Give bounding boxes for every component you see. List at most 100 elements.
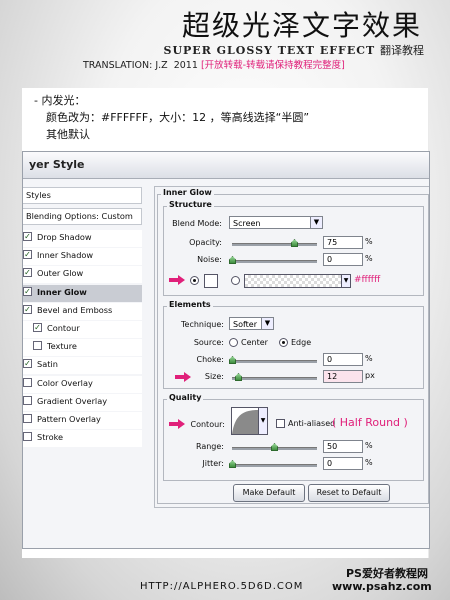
style-item-pattern-overlay[interactable]: Pattern Overlay xyxy=(23,412,142,429)
source-center-radio[interactable] xyxy=(229,338,238,347)
blend-mode-select[interactable]: Screen ▼ xyxy=(229,216,323,229)
styles-header-label: Styles xyxy=(26,190,51,200)
style-item-drop-shadow[interactable]: ✓ Drop Shadow xyxy=(23,230,142,247)
size-slider[interactable] xyxy=(232,377,317,380)
title-chinese: 超级光泽文字效果 xyxy=(181,9,422,42)
choke-input[interactable]: 0 xyxy=(323,353,363,366)
contour-label: Contour: xyxy=(190,420,226,429)
style-item-checkbox[interactable] xyxy=(33,341,42,351)
blending-options[interactable]: Blending Options: Custom xyxy=(23,208,142,225)
style-item-bevel-and-emboss[interactable]: ✓ Bevel and Emboss xyxy=(23,302,142,320)
style-item-checkbox[interactable]: ✓ xyxy=(23,359,32,369)
style-item-label: Satin xyxy=(37,359,58,370)
style-item-checkbox[interactable]: ✓ xyxy=(33,323,42,332)
style-item-checkbox[interactable] xyxy=(23,432,32,442)
noise-percent: % xyxy=(365,254,373,263)
jitter-label: Jitter: xyxy=(202,459,224,468)
anti-aliased-checkbox[interactable] xyxy=(276,419,285,428)
contour-preview-icon[interactable] xyxy=(231,407,259,435)
range-percent: % xyxy=(365,441,373,450)
quality-group xyxy=(163,399,424,481)
color-swatch[interactable] xyxy=(204,274,218,288)
style-item-checkbox[interactable]: ✓ xyxy=(23,268,32,278)
choke-percent: % xyxy=(365,354,373,363)
styles-header[interactable]: Styles xyxy=(23,187,142,204)
noise-input[interactable]: 0 xyxy=(323,253,363,266)
gradient-radio[interactable] xyxy=(231,276,240,285)
opacity-percent: % xyxy=(365,237,373,246)
title-english-text: SUPER GLOSSY TEXT EFFECT xyxy=(163,44,376,57)
make-default-button[interactable]: Make Default xyxy=(233,484,305,502)
style-item-checkbox[interactable]: ✓ xyxy=(23,304,32,314)
style-item-stroke[interactable]: Stroke xyxy=(23,430,142,448)
instruction-line-1: - 内发光： xyxy=(34,94,86,107)
style-item-color-overlay[interactable]: Color Overlay xyxy=(23,375,142,393)
style-item-checkbox[interactable] xyxy=(23,377,32,387)
gradient-dropdown-icon[interactable]: ▼ xyxy=(341,274,351,288)
quality-title: Quality xyxy=(167,393,204,402)
size-input[interactable]: 12 xyxy=(323,370,363,383)
arrow-right-icon xyxy=(169,275,185,285)
choke-slider[interactable] xyxy=(232,360,317,363)
source-label: Source: xyxy=(193,338,224,347)
style-item-gradient-overlay[interactable]: Gradient Overlay xyxy=(23,393,142,411)
style-list: Styles Blending Options: Custom ✓ Drop Sh… xyxy=(23,187,142,477)
dialog-titlebar[interactable]: yer Style xyxy=(23,152,429,179)
style-item-label: Color Overlay xyxy=(37,377,93,388)
style-item-label: Inner Glow xyxy=(37,286,87,297)
noise-slider[interactable] xyxy=(232,260,317,263)
gradient-swatch[interactable] xyxy=(244,274,342,288)
contour-dropdown-icon[interactable]: ▼ xyxy=(258,407,268,435)
solid-color-radio[interactable] xyxy=(190,276,199,285)
opacity-slider[interactable] xyxy=(232,243,317,246)
style-item-contour[interactable]: ✓ Contour xyxy=(23,321,142,338)
range-input[interactable]: 50 xyxy=(323,440,363,453)
contour-annotation: ( Half Round ) xyxy=(332,416,408,429)
jitter-percent: % xyxy=(365,458,373,467)
elements-title: Elements xyxy=(167,300,213,309)
jitter-slider[interactable] xyxy=(232,464,317,467)
translation-year: 2011 xyxy=(173,60,198,71)
half-round-curve-icon xyxy=(232,410,258,434)
reset-to-default-button[interactable]: Reset to Default xyxy=(308,484,390,502)
blend-mode-label: Blend Mode: xyxy=(172,219,222,228)
opacity-label: Opacity: xyxy=(189,238,222,247)
translation-label: TRANSLATION: J.Z xyxy=(83,60,168,71)
panel-title: Inner Glow xyxy=(161,188,214,197)
color-annotation: #ffffff xyxy=(354,275,381,285)
instruction-line-3: 其他默认 xyxy=(46,128,90,141)
style-item-outer-glow[interactable]: ✓ Outer Glow xyxy=(23,266,142,284)
chevron-down-icon: ▼ xyxy=(310,217,322,228)
style-item-label: Gradient Overlay xyxy=(37,395,108,406)
choke-label: Choke: xyxy=(196,355,224,364)
style-item-label: Inner Shadow xyxy=(37,250,94,261)
style-item-satin[interactable]: ✓ Satin xyxy=(23,357,142,375)
source-edge-radio[interactable] xyxy=(279,338,288,347)
style-item-label: Outer Glow xyxy=(37,268,84,279)
style-item-label: Pattern Overlay xyxy=(37,414,101,424)
dialog-title: yer Style xyxy=(29,158,85,171)
source-center-label: Center xyxy=(241,338,268,347)
chevron-down-icon: ▼ xyxy=(261,318,273,329)
noise-label: Noise: xyxy=(197,255,222,264)
title-english: SUPER GLOSSY TEXT EFFECT 翻译教程 xyxy=(164,42,425,58)
style-item-inner-glow[interactable]: ✓ Inner Glow xyxy=(23,284,142,302)
jitter-input[interactable]: 0 xyxy=(323,457,363,470)
style-item-checkbox[interactable]: ✓ xyxy=(23,232,32,241)
anti-aliased-label: Anti-aliased xyxy=(288,419,336,428)
style-item-checkbox[interactable]: ✓ xyxy=(23,286,32,296)
technique-select[interactable]: Softer ▼ xyxy=(229,317,274,330)
watermark-title: PS爱好者教程网 xyxy=(346,567,428,580)
technique-value: Softer xyxy=(233,320,257,329)
reprint-notice: [开放转载-转载请保持教程完整度] xyxy=(200,60,345,71)
style-item-texture[interactable]: Texture xyxy=(23,339,142,357)
style-item-checkbox[interactable] xyxy=(23,395,32,405)
footer-url[interactable]: HTTP://ALPHERO.5D6D.COM xyxy=(140,581,303,592)
style-item-inner-shadow[interactable]: ✓ Inner Shadow xyxy=(23,248,142,266)
style-item-checkbox[interactable] xyxy=(23,414,32,423)
opacity-input[interactable]: 75 xyxy=(323,236,363,249)
size-label: Size: xyxy=(204,372,224,381)
layer-style-dialog: yer Style Styles Blending Options: Custo… xyxy=(22,151,430,549)
style-item-checkbox[interactable]: ✓ xyxy=(23,250,32,260)
style-item-label: Texture xyxy=(47,341,77,352)
